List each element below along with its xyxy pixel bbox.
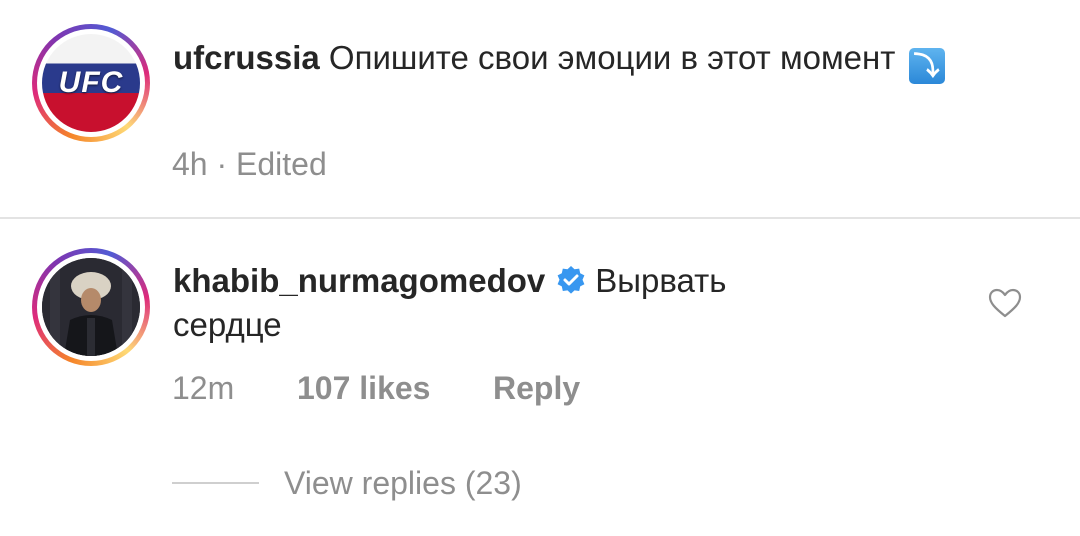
post-username[interactable]: ufcrussia <box>173 39 320 76</box>
comment-username[interactable]: khabib_nurmagomedov <box>173 262 545 299</box>
arrow-down-right-emoji-icon: ⤵ <box>908 48 945 84</box>
post-meta: 4h · Edited <box>172 146 327 183</box>
heart-outline-icon[interactable] <box>987 287 1023 319</box>
comment-time: 12m <box>172 370 235 406</box>
comment-text: khabib_nurmagomedov Вырвать сердце <box>173 259 973 347</box>
comment-text-line2: сердце <box>173 306 282 343</box>
comment-text-line1: Вырвать <box>595 262 727 299</box>
verified-badge-icon <box>557 266 585 294</box>
caption-body: Опишите свои эмоции в этот момент <box>328 39 896 76</box>
meta-separator: · <box>216 146 228 182</box>
edited-label: Edited <box>236 146 327 182</box>
person-photo-icon <box>42 258 140 356</box>
view-replies-button[interactable]: View replies (23) <box>284 465 522 502</box>
post-caption: UFC ufcrussia Опишите свои эмоции в этот… <box>0 0 1080 218</box>
ufc-logo-text: UFC <box>58 66 124 99</box>
divider <box>0 217 1080 219</box>
post-time: 4h <box>172 146 208 182</box>
ufcrussia-avatar[interactable]: UFC <box>32 24 150 142</box>
replies-divider-line <box>172 482 259 484</box>
likes-count[interactable]: 107 likes <box>297 370 430 407</box>
caption-text: ufcrussia Опишите свои эмоции в этот мом… <box>173 36 1013 84</box>
khabib-avatar[interactable] <box>32 248 150 366</box>
khabib-photo <box>42 258 140 356</box>
reply-button[interactable]: Reply <box>493 370 580 407</box>
ufc-logo-image: UFC <box>42 34 140 132</box>
